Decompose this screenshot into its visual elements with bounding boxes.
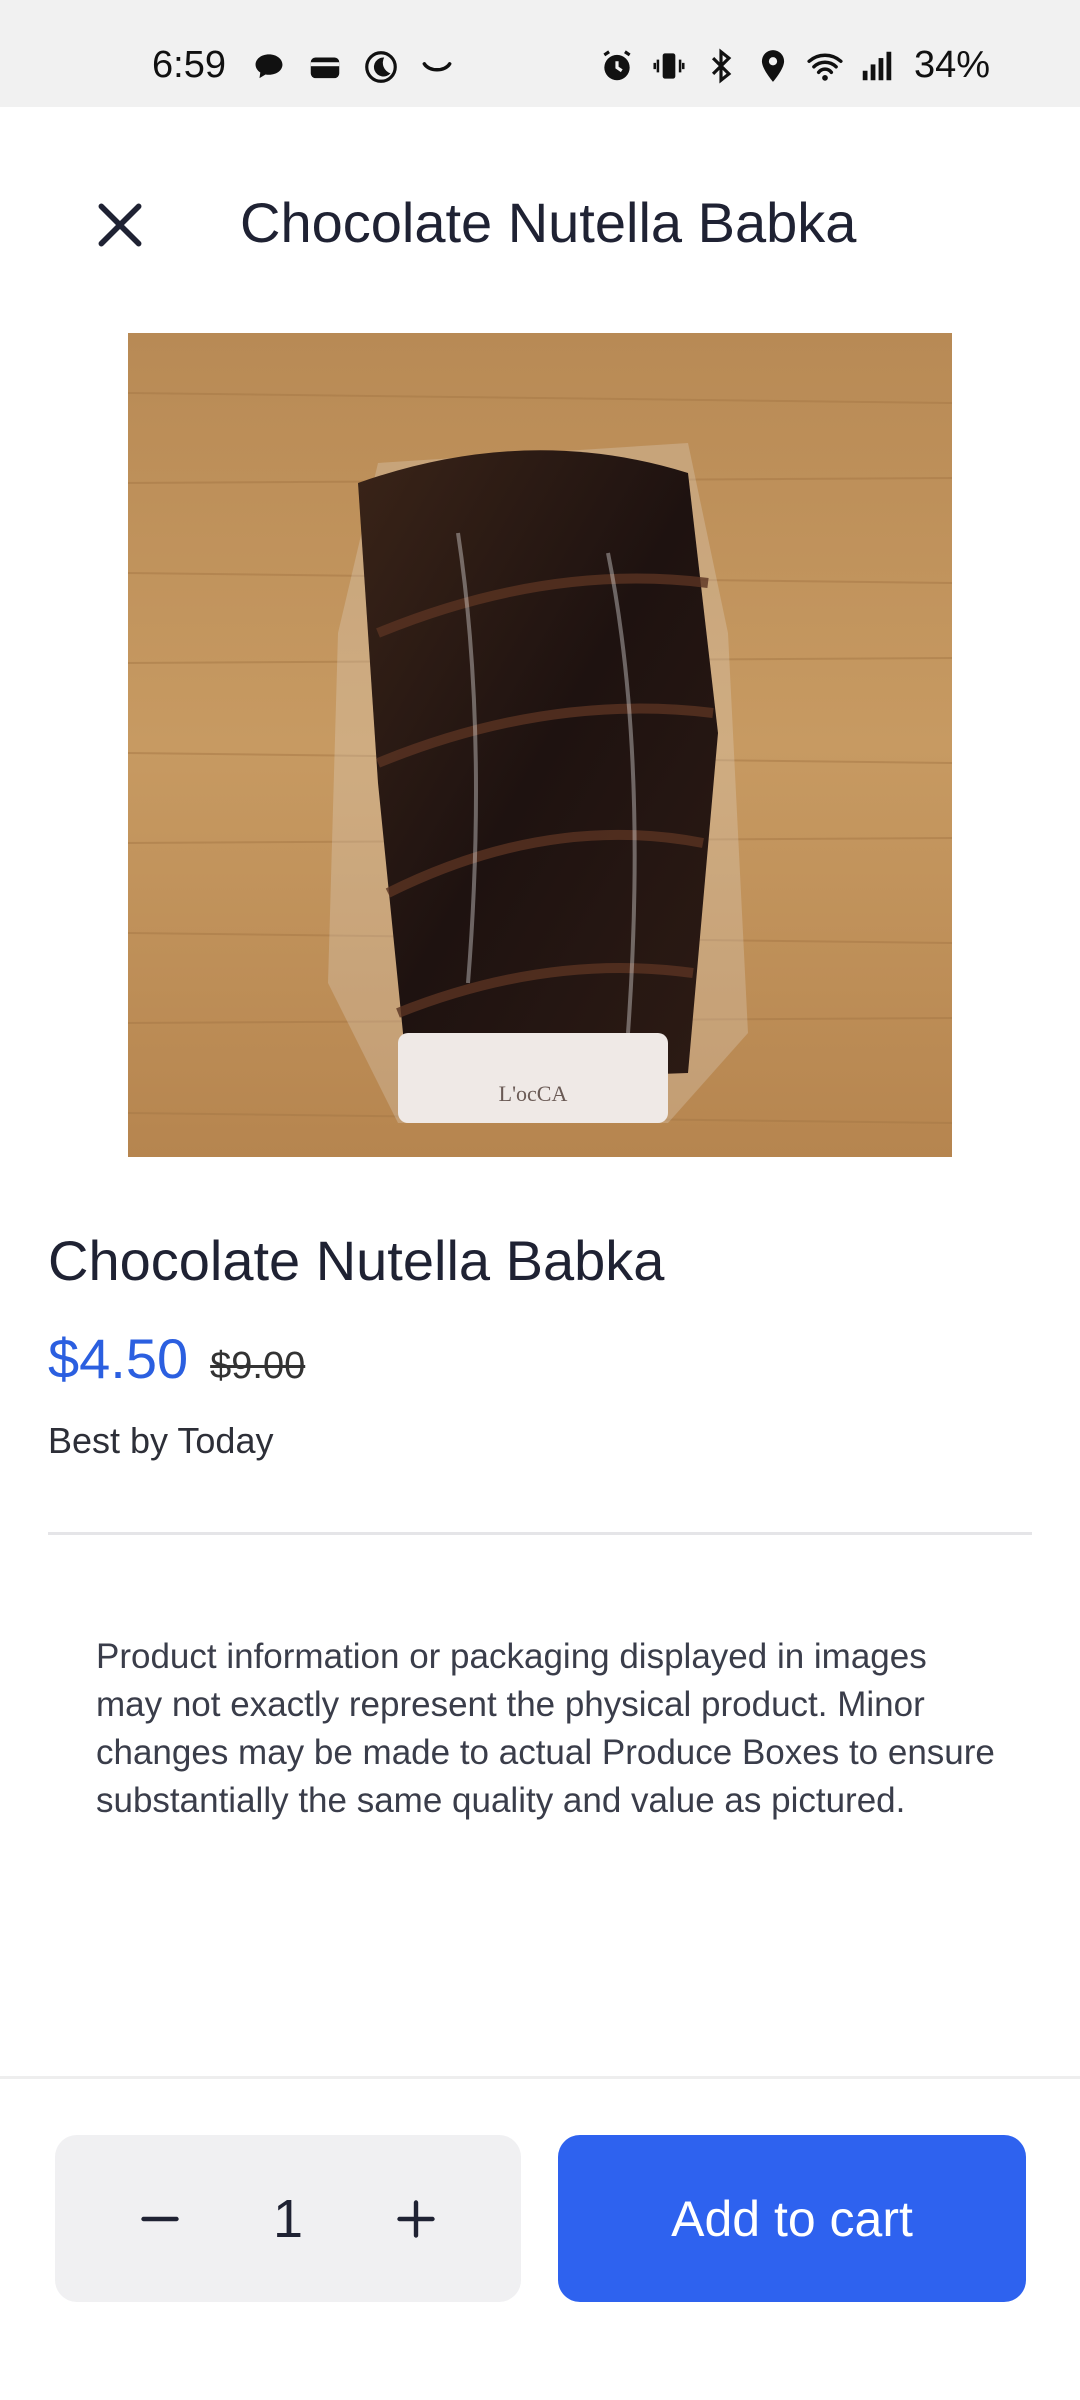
chat-bubble-icon	[250, 48, 288, 86]
original-price: $9.00	[210, 1345, 306, 1387]
close-button[interactable]	[80, 185, 160, 265]
price-row: $4.50 $9.00	[48, 1326, 305, 1391]
smile-icon	[418, 48, 456, 86]
footer-divider	[0, 2076, 1080, 2079]
sale-price: $4.50	[48, 1327, 189, 1390]
best-by-date: Best by Today	[48, 1420, 274, 1461]
decrease-quantity-button[interactable]	[105, 2149, 215, 2289]
page-title: Chocolate Nutella Babka	[240, 191, 857, 254]
add-to-cart-button[interactable]: Add to cart	[558, 2135, 1026, 2302]
header: Chocolate Nutella Babka	[0, 107, 1080, 337]
divider	[48, 1532, 1032, 1535]
location-icon	[754, 47, 792, 85]
close-icon	[98, 203, 142, 247]
signal-icon	[858, 47, 896, 85]
increase-quantity-button[interactable]	[361, 2149, 471, 2289]
product-disclaimer: Product information or packaging display…	[96, 1637, 995, 1820]
status-bar: 6:59 34%	[0, 0, 1080, 107]
moon-icon	[362, 48, 400, 86]
product-image: L'ocCA	[128, 333, 952, 1157]
product-name: Chocolate Nutella Babka	[48, 1229, 665, 1292]
alarm-icon	[598, 47, 636, 85]
quantity-stepper: 1	[55, 2135, 521, 2302]
status-time: 6:59	[152, 44, 226, 86]
bluetooth-icon	[702, 47, 740, 85]
vibrate-icon	[650, 47, 688, 85]
plus-icon	[397, 2199, 435, 2238]
status-right-icons: 34%	[598, 44, 990, 87]
battery-level: 34%	[913, 44, 990, 86]
minus-icon	[141, 2216, 179, 2221]
package-label: L'ocCA	[499, 1081, 568, 1106]
quantity-value: 1	[272, 2188, 304, 2249]
wifi-icon	[806, 47, 844, 85]
wallet-icon	[306, 48, 344, 86]
status-left-icons	[250, 48, 456, 86]
